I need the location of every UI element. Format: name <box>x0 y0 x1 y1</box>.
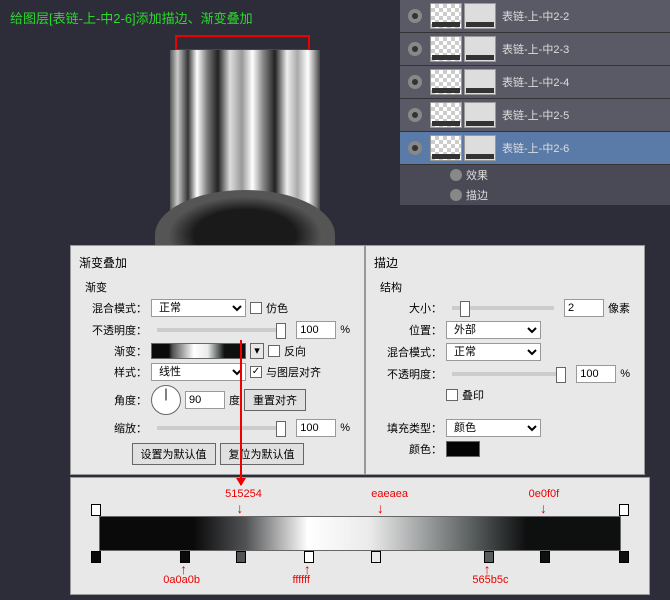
scale-label: 缩放： <box>85 420 147 436</box>
opacity-slider[interactable] <box>452 372 566 376</box>
position-label: 位置： <box>380 322 442 338</box>
gradient-editor: 515254 ↓ eaeaea ↓ 0e0f0f ↓ ↑ 0a0a0b ↑ ff… <box>70 477 650 595</box>
layer-item[interactable]: 表链-上-中2-4 <box>400 66 670 99</box>
size-input[interactable] <box>564 299 604 317</box>
color-stop[interactable] <box>236 551 246 563</box>
gradient-overlay-panel: 渐变叠加 渐变 混合模式： 正常 仿色 不透明度： % 渐变： ▾ 反向 样式：… <box>70 245 365 475</box>
style-select[interactable]: 线性 <box>151 363 246 381</box>
group-label: 渐变 <box>85 279 350 295</box>
color-label: 颜色： <box>380 441 442 457</box>
size-slider[interactable] <box>452 306 554 310</box>
page-title: 给图层[表链-上-中2-6]添加描边、渐变叠加 <box>10 8 253 27</box>
overprint-checkbox[interactable] <box>446 389 458 401</box>
opacity-label: 不透明度： <box>380 366 442 382</box>
eye-icon[interactable] <box>408 9 422 23</box>
eye-icon[interactable] <box>408 141 422 155</box>
eye-icon <box>450 169 462 181</box>
hex-label: 565b5c <box>472 574 508 586</box>
style-label: 样式： <box>85 364 147 380</box>
stroke-panel: 描边 结构 大小： 像素 位置： 外部 混合模式： 正常 不透明度： % 叠印 … <box>365 245 645 475</box>
color-stop[interactable] <box>540 551 550 563</box>
hex-label: ffffff <box>293 574 310 586</box>
layer-item[interactable]: 表链-上-中2-5 <box>400 99 670 132</box>
opacity-input[interactable] <box>576 365 616 383</box>
blend-label: 混合模式： <box>85 300 147 316</box>
set-default-button[interactable]: 设置为默认值 <box>132 443 216 465</box>
angle-label: 角度： <box>85 392 147 408</box>
opacity-stop[interactable] <box>91 504 101 516</box>
angle-input[interactable] <box>185 391 225 409</box>
color-stop[interactable] <box>91 551 101 563</box>
gradient-label: 渐变： <box>85 343 147 359</box>
hex-label: 0e0f0f <box>529 488 560 500</box>
color-stop[interactable] <box>371 551 381 563</box>
scale-slider[interactable] <box>157 426 286 430</box>
opacity-input[interactable] <box>296 321 336 339</box>
size-label: 大小： <box>380 300 442 316</box>
filltype-select[interactable]: 颜色 <box>446 419 541 437</box>
filltype-label: 填充类型： <box>380 420 442 436</box>
color-swatch[interactable] <box>446 441 480 457</box>
angle-dial[interactable] <box>151 385 181 415</box>
hex-label: eaeaea <box>371 488 408 500</box>
callout-arrow <box>240 340 242 485</box>
reset-align-button[interactable]: 重置对齐 <box>244 389 306 411</box>
reset-default-button[interactable]: 复位为默认值 <box>220 443 304 465</box>
hex-label: 0a0a0b <box>163 574 200 586</box>
layers-panel: 表链-上-中2-2 表链-上-中2-3 表链-上-中2-4 表链-上-中2-5 … <box>400 0 670 205</box>
eye-icon[interactable] <box>408 75 422 89</box>
eye-icon[interactable] <box>408 42 422 56</box>
preview-image <box>130 30 380 240</box>
layer-item[interactable]: 表链-上-中2-3 <box>400 33 670 66</box>
gradient-preview[interactable] <box>151 343 246 359</box>
layer-fx-header[interactable]: 效果 <box>400 165 670 185</box>
position-select[interactable]: 外部 <box>446 321 541 339</box>
scale-input[interactable] <box>296 419 336 437</box>
eye-icon <box>450 189 462 201</box>
group-label: 结构 <box>380 279 630 295</box>
layer-item[interactable]: 表链-上-中2-2 <box>400 0 670 33</box>
align-checkbox[interactable] <box>250 366 262 378</box>
opacity-slider[interactable] <box>157 328 286 332</box>
reverse-checkbox[interactable] <box>268 345 280 357</box>
color-stop[interactable] <box>619 551 629 563</box>
layer-item-selected[interactable]: 表链-上-中2-6 <box>400 132 670 165</box>
opacity-label: 不透明度： <box>85 322 147 338</box>
opacity-stop[interactable] <box>619 504 629 516</box>
blend-select[interactable]: 正常 <box>151 299 246 317</box>
blend-select[interactable]: 正常 <box>446 343 541 361</box>
eye-icon[interactable] <box>408 108 422 122</box>
layer-fx-stroke[interactable]: 描边 <box>400 185 670 205</box>
blend-label: 混合模式： <box>380 344 442 360</box>
panel-title: 描边 <box>374 254 636 271</box>
panel-title: 渐变叠加 <box>79 254 356 271</box>
dither-checkbox[interactable] <box>250 302 262 314</box>
gradient-bar[interactable] <box>99 516 621 551</box>
